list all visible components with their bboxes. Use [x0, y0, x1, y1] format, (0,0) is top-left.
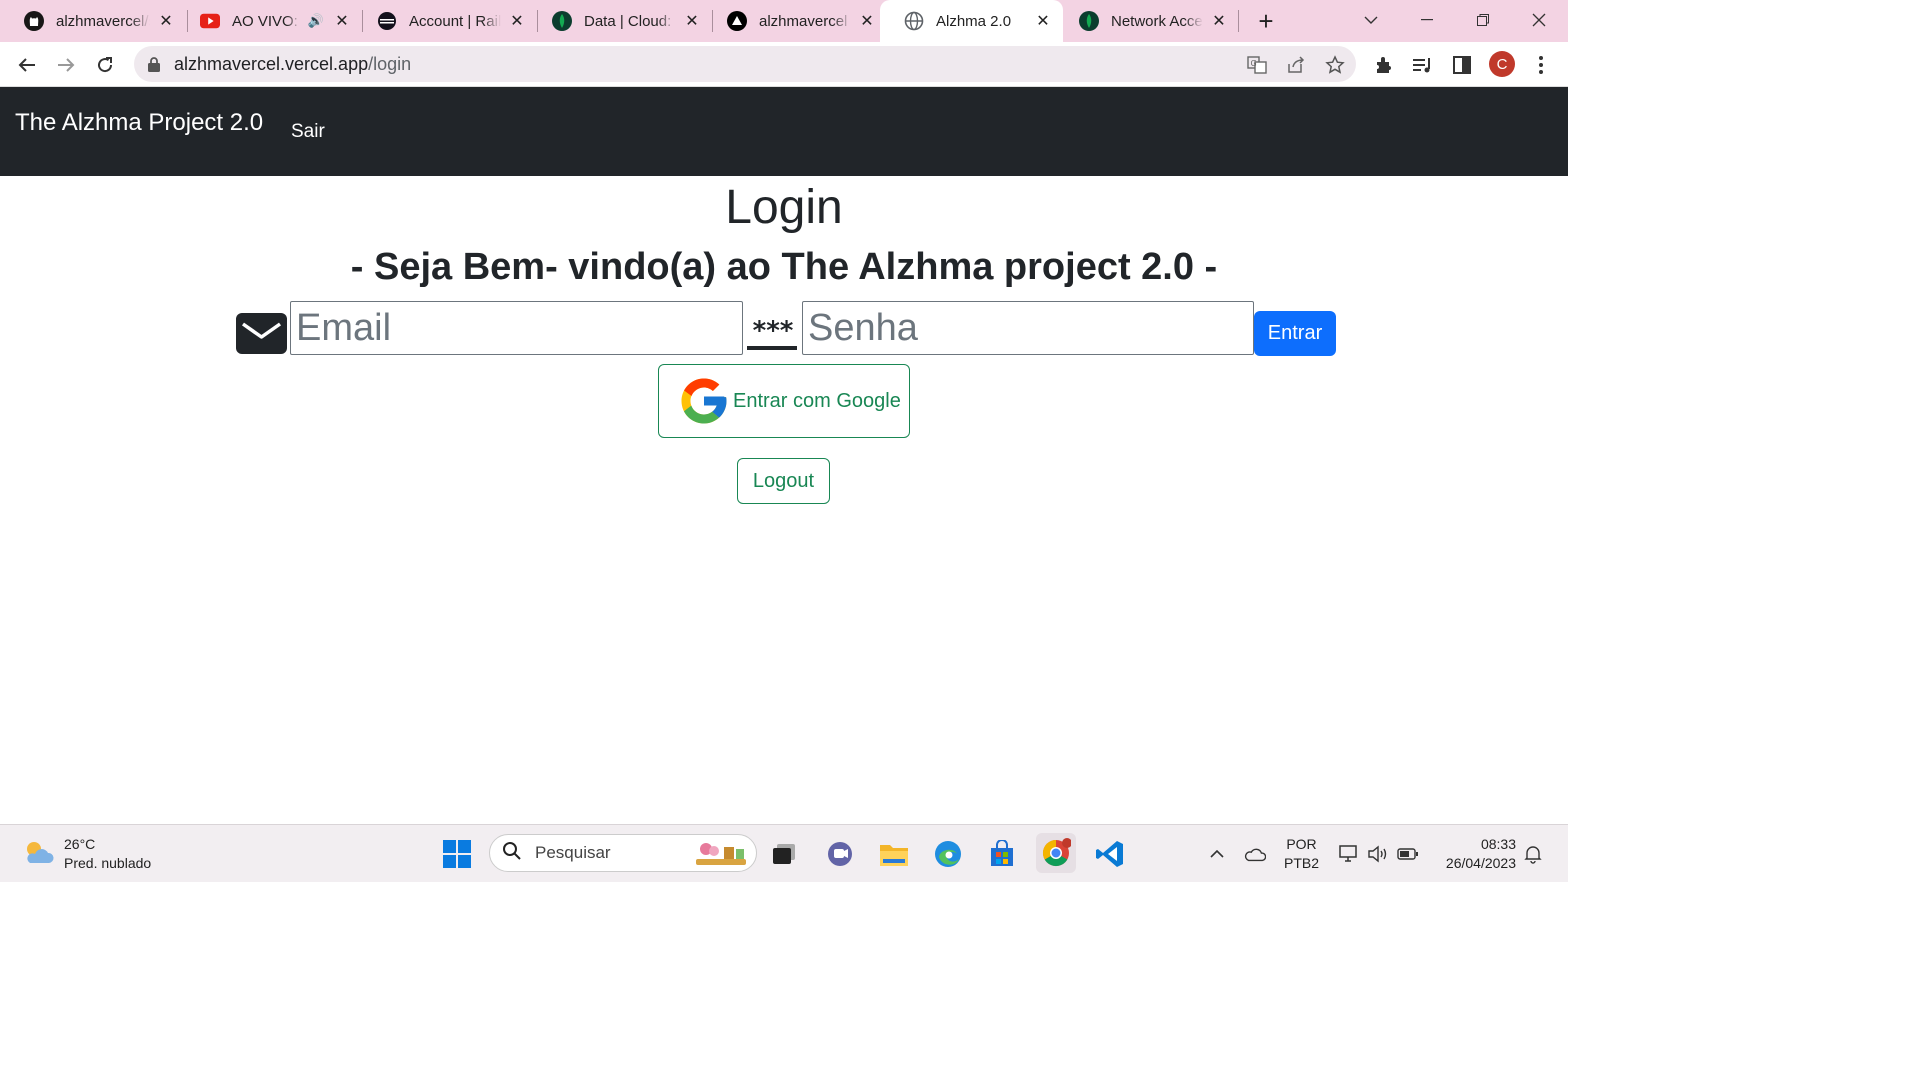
browser-tab[interactable]: Data | Cloud: M ✕ [528, 0, 712, 42]
minimize-icon[interactable] [1407, 4, 1447, 36]
battery-icon[interactable] [1397, 843, 1419, 865]
chevron-up-icon[interactable] [1206, 843, 1228, 865]
browser-tab[interactable]: AO VIVO: C 🔊 ✕ [176, 0, 362, 42]
browser-tab[interactable]: alzhmavercel/sa ✕ [0, 0, 186, 42]
email-field[interactable] [290, 301, 743, 355]
tab-title: Data | Cloud: M [584, 12, 676, 30]
microsoft-store-icon[interactable] [985, 837, 1019, 871]
globe-icon [904, 11, 924, 31]
password-asterisk-icon: *** [746, 312, 800, 352]
extensions-icon[interactable] [1369, 50, 1399, 80]
weather-description: Pred. nublado [64, 855, 152, 871]
windows-start-icon[interactable] [440, 837, 474, 871]
svg-text:G: G [1251, 59, 1257, 68]
network-icon[interactable] [1337, 843, 1359, 865]
navbar-brand[interactable]: The Alzhma Project 2.0 [15, 109, 263, 137]
tab-title: Alzhma 2.0 [936, 12, 1012, 30]
svg-text:***: *** [753, 316, 794, 346]
menu-kebab-icon[interactable] [1526, 50, 1556, 80]
browser-tab[interactable]: Network Acces ✕ [1055, 0, 1239, 42]
language-code: POR [1286, 836, 1317, 852]
media-control-icon[interactable] [1408, 50, 1438, 80]
vscode-icon[interactable] [1093, 837, 1127, 871]
tab-title: alzhmavercel/sa [56, 12, 150, 30]
weather-temperature: 26°C [64, 836, 96, 852]
tab-title: Account | Railw [409, 12, 501, 30]
taskbar-search[interactable]: Pesquisar [489, 834, 757, 872]
github-icon [24, 11, 44, 31]
nav-link-sair[interactable]: Sair [291, 121, 325, 143]
clock-time: 08:33 [1480, 836, 1516, 852]
password-field[interactable] [802, 301, 1254, 355]
tab-title: Network Acces [1111, 12, 1203, 30]
browser-tab-strip: alzhmavercel/sa ✕ AO VIVO: C 🔊 ✕ Account… [0, 0, 1568, 42]
file-explorer-icon[interactable] [877, 837, 911, 871]
close-icon[interactable]: ✕ [332, 11, 352, 31]
url-host: alzhmavercel.vercel.app [174, 53, 369, 74]
bookmark-star-icon[interactable] [1324, 54, 1346, 76]
search-highlight-icon [692, 839, 750, 874]
youtube-icon [200, 11, 220, 31]
lock-icon[interactable] [148, 56, 160, 77]
envelope-icon [236, 313, 287, 354]
clock-date: 26/04/2023 [1445, 855, 1516, 871]
login-submit-button[interactable]: Entrar [1254, 311, 1336, 356]
forward-icon[interactable] [51, 50, 81, 80]
notifications-icon[interactable] [1522, 843, 1544, 865]
keyboard-language[interactable]: POR PTB2 [1284, 835, 1319, 873]
teams-chat-icon[interactable] [823, 837, 857, 871]
chrome-taskbar-icon[interactable] [1036, 833, 1076, 873]
tab-title: alzhmavercel – [759, 12, 851, 30]
task-view-icon[interactable] [767, 837, 801, 871]
close-icon[interactable]: ✕ [682, 11, 702, 31]
site-navbar: The Alzhma Project 2.0 Sair [0, 87, 1568, 176]
search-placeholder: Pesquisar [535, 843, 611, 862]
close-icon[interactable]: ✕ [1033, 11, 1053, 31]
close-icon[interactable]: ✕ [507, 11, 527, 31]
mongodb-icon [552, 11, 572, 31]
browser-toolbar: alzhmavercel.vercel.app/login G C [0, 42, 1568, 87]
google-login-label: Entrar com Google [733, 389, 901, 412]
onedrive-cloud-icon[interactable] [1244, 843, 1266, 865]
tab-search-icon[interactable] [1351, 4, 1391, 36]
mongodb-icon [1079, 11, 1099, 31]
url-path: /login [368, 53, 412, 74]
search-icon [502, 841, 522, 866]
close-icon[interactable]: ✕ [1209, 11, 1229, 31]
address-bar[interactable]: alzhmavercel.vercel.app/login G [134, 46, 1356, 82]
tab-title: AO VIVO: C [232, 12, 300, 30]
new-tab-button[interactable]: + [1252, 6, 1280, 36]
windows-taskbar: 26°C Pred. nublado Pesquisar POR PTB2 08… [0, 824, 1568, 882]
edge-browser-icon[interactable] [931, 837, 965, 871]
browser-tab[interactable]: alzhmavercel – ✕ [703, 0, 887, 42]
logout-button[interactable]: Logout [737, 458, 830, 504]
cloudy-weather-icon [22, 839, 54, 870]
share-icon[interactable] [1285, 54, 1307, 76]
welcome-subtitle: - Seja Bem- vindo(a) ao The Alzhma proje… [350, 246, 1218, 288]
browser-tab-active[interactable]: Alzhma 2.0 ✕ [880, 0, 1063, 42]
google-login-button[interactable]: Entrar com Google [658, 364, 910, 438]
translate-icon[interactable]: G [1246, 54, 1268, 76]
page-title: Login [725, 181, 843, 234]
profile-avatar[interactable]: C [1489, 51, 1515, 77]
side-panel-icon[interactable] [1447, 50, 1477, 80]
vercel-icon [727, 11, 747, 31]
close-icon[interactable]: ✕ [857, 11, 877, 31]
speaker-icon[interactable]: 🔊 [306, 11, 326, 31]
railway-icon [377, 11, 397, 31]
clock[interactable]: 08:33 26/04/2023 [1436, 835, 1516, 873]
close-icon[interactable]: ✕ [156, 11, 176, 31]
close-window-icon[interactable] [1519, 4, 1559, 36]
reload-icon[interactable] [90, 50, 120, 80]
back-icon[interactable] [12, 50, 42, 80]
google-g-icon [677, 374, 731, 428]
volume-icon[interactable] [1367, 843, 1389, 865]
tab-separator [1238, 10, 1239, 32]
browser-tab[interactable]: Account | Railw ✕ [353, 0, 537, 42]
restore-icon[interactable] [1463, 4, 1503, 36]
weather-widget[interactable]: 26°C Pred. nublado [22, 835, 151, 873]
keyboard-layout: PTB2 [1284, 855, 1320, 871]
